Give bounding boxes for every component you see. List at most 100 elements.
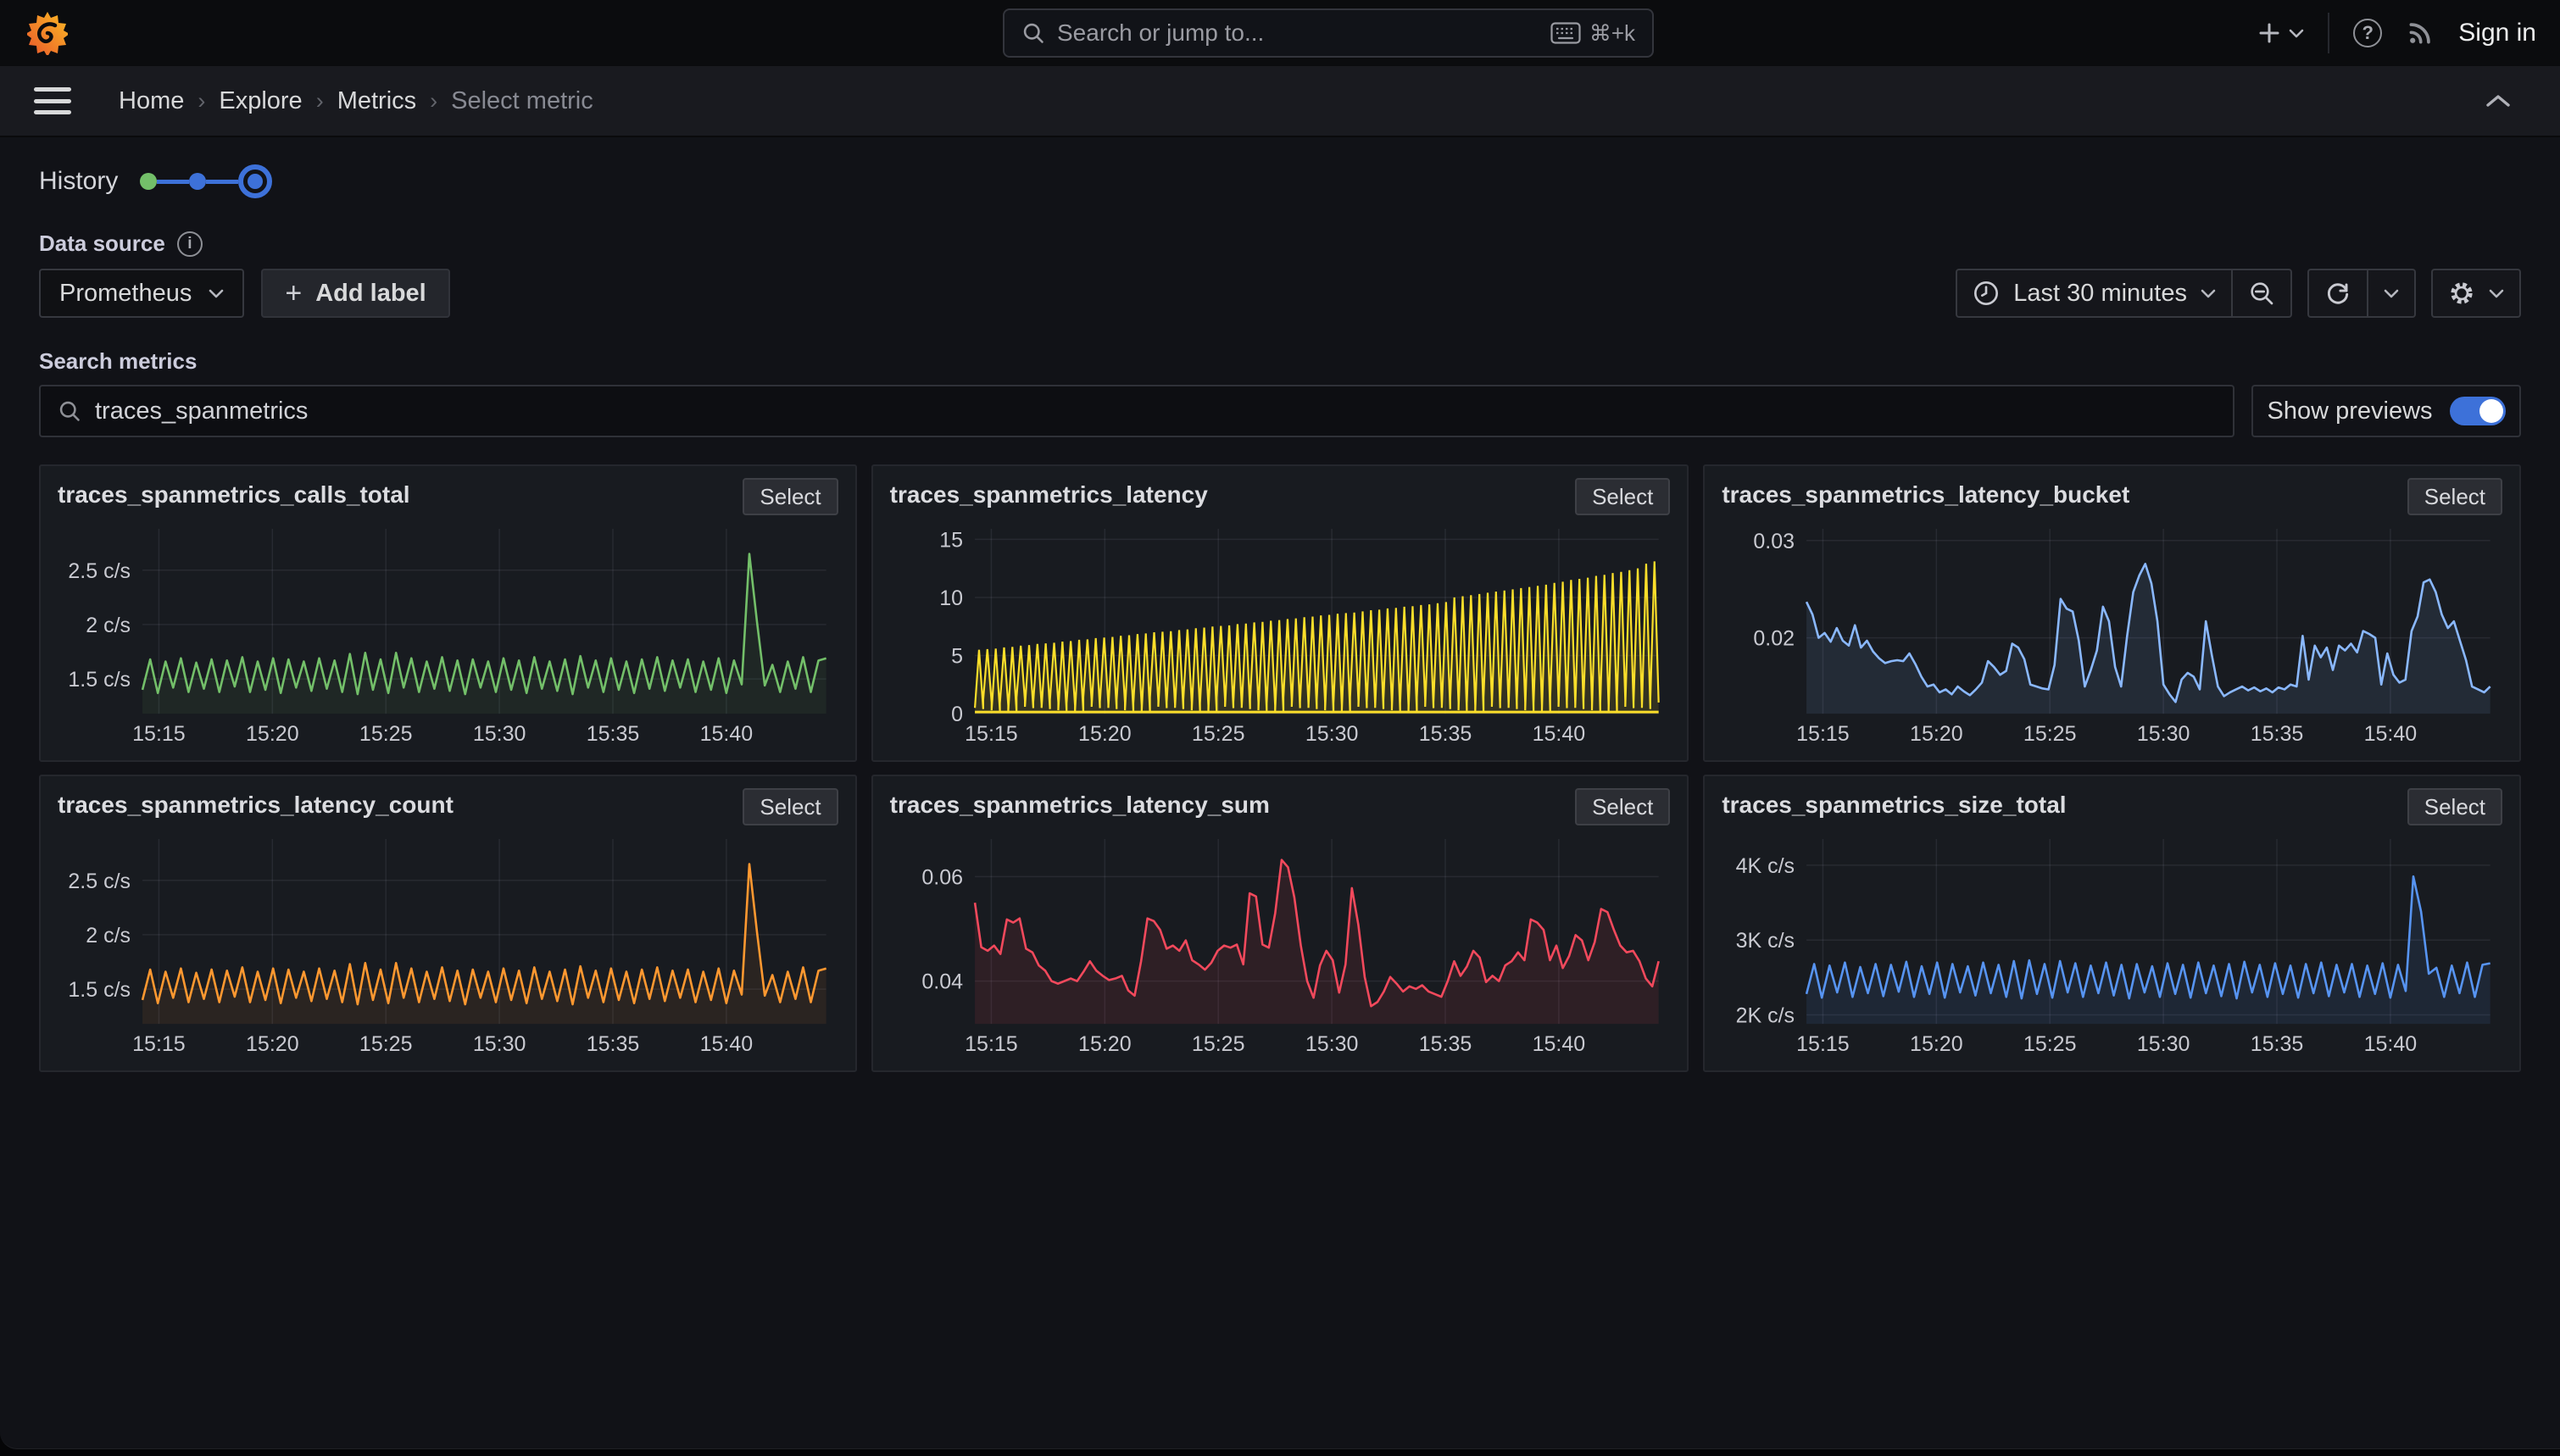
svg-text:15:35: 15:35 [587, 722, 640, 746]
svg-text:1.5 c/s: 1.5 c/s [68, 668, 131, 692]
svg-text:2K c/s: 2K c/s [1736, 1004, 1795, 1028]
top-bar: Search or jump to... ⌘+k ? [0, 0, 2560, 66]
datasource-section-label: Data source i [39, 231, 2521, 257]
svg-text:3K c/s: 3K c/s [1736, 929, 1795, 953]
controls-row: Prometheus + Add label Last 30 minutes [39, 269, 2521, 318]
svg-text:15:25: 15:25 [1192, 722, 1245, 746]
select-metric-button[interactable]: Select [1575, 788, 1670, 825]
svg-text:15:30: 15:30 [1305, 1032, 1358, 1056]
select-metric-button[interactable]: Select [1575, 478, 1670, 515]
zoom-out-icon [2248, 280, 2275, 307]
timeseries-chart: 15:1515:2015:2515:3015:3515:40151050 [890, 522, 1671, 749]
metric-panel: traces_spanmetrics_calls_total Select 15… [39, 464, 857, 762]
gear-icon [2448, 280, 2475, 307]
select-metric-button[interactable]: Select [2407, 478, 2502, 515]
chevron-down-icon [2289, 29, 2304, 38]
breadcrumb-select-metric: Select metric [451, 87, 593, 115]
new-menu-button[interactable] [2257, 20, 2304, 46]
chevron-down-icon [2489, 289, 2504, 298]
svg-text:15:25: 15:25 [359, 1032, 413, 1056]
time-range-value: Last 30 minutes [2013, 280, 2187, 308]
panel-title: traces_spanmetrics_latency_sum [890, 788, 1270, 819]
history-connector [157, 180, 189, 184]
global-search-box[interactable]: Search or jump to... ⌘+k [1003, 8, 1654, 58]
select-metric-button[interactable]: Select [743, 478, 838, 515]
datasource-picker[interactable]: Prometheus [39, 269, 244, 318]
svg-text:15:20: 15:20 [1910, 722, 1963, 746]
history-timeline[interactable] [140, 164, 272, 198]
time-range-button[interactable]: Last 30 minutes [1957, 270, 2231, 316]
breadcrumb-separator: › [316, 88, 324, 114]
svg-text:15:20: 15:20 [246, 722, 299, 746]
search-metrics-input[interactable]: traces_spanmetrics [39, 385, 2234, 437]
search-metrics-label: Search metrics [39, 348, 2521, 375]
datasource-value: Prometheus [59, 280, 192, 308]
svg-text:15:15: 15:15 [1796, 1032, 1850, 1056]
svg-text:0.02: 0.02 [1754, 627, 1795, 651]
timeseries-chart: 15:1515:2015:2515:3015:3515:404K c/s3K c… [1722, 832, 2502, 1059]
svg-text:2 c/s: 2 c/s [86, 614, 131, 637]
svg-text:10: 10 [939, 586, 963, 610]
show-previews-control: Show previews [2251, 385, 2521, 437]
svg-text:15:15: 15:15 [965, 1032, 1018, 1056]
chevron-up-icon[interactable] [2485, 94, 2511, 108]
svg-text:15:30: 15:30 [1305, 722, 1358, 746]
svg-text:15:35: 15:35 [1418, 1032, 1472, 1056]
zoom-out-button[interactable] [2233, 270, 2290, 316]
history-row: History [39, 137, 2521, 198]
info-icon[interactable]: i [177, 231, 203, 257]
sign-in-button[interactable]: Sign in [2458, 19, 2536, 47]
global-search-placeholder: Search or jump to... [1057, 19, 1550, 47]
history-label: History [39, 167, 118, 196]
metric-panel: traces_spanmetrics_latency_sum Select 15… [871, 775, 1689, 1072]
time-picker-group: Last 30 minutes [1956, 269, 2292, 318]
plus-icon: + [285, 279, 302, 308]
metric-panel: traces_spanmetrics_latency_count Select … [39, 775, 857, 1072]
rss-news-icon[interactable] [2406, 19, 2435, 47]
search-row: traces_spanmetrics Show previews [39, 385, 2521, 437]
history-step-dot[interactable] [189, 173, 206, 190]
svg-text:0: 0 [951, 703, 963, 726]
svg-text:0.04: 0.04 [921, 970, 963, 994]
grafana-logo[interactable] [27, 11, 68, 55]
svg-text:15:25: 15:25 [1192, 1032, 1245, 1056]
svg-text:15:40: 15:40 [1532, 722, 1585, 746]
breadcrumb-metrics[interactable]: Metrics [337, 87, 416, 115]
svg-text:15:35: 15:35 [1418, 722, 1472, 746]
svg-text:15:40: 15:40 [700, 722, 754, 746]
svg-text:15:40: 15:40 [2364, 722, 2418, 746]
svg-text:15:40: 15:40 [1532, 1032, 1585, 1056]
timeseries-chart: 15:1515:2015:2515:3015:3515:400.030.02 [1722, 522, 2502, 749]
svg-text:15:20: 15:20 [1078, 722, 1132, 746]
help-icon[interactable]: ? [2353, 19, 2382, 47]
history-current-step[interactable] [238, 164, 272, 198]
menu-icon[interactable] [34, 87, 71, 114]
time-tools: Last 30 minutes [1956, 269, 2521, 318]
topbar-divider [2328, 13, 2329, 53]
refresh-interval-dropdown[interactable] [2368, 270, 2414, 316]
svg-text:15:30: 15:30 [2137, 722, 2190, 746]
settings-button[interactable] [2433, 270, 2519, 316]
select-metric-button[interactable]: Select [743, 788, 838, 825]
add-label-button[interactable]: + Add label [261, 269, 449, 318]
breadcrumb-separator: › [430, 88, 437, 114]
panel-title: traces_spanmetrics_latency_count [58, 788, 454, 819]
refresh-icon [2324, 280, 2351, 307]
history-step-start-dot[interactable] [140, 173, 157, 190]
refresh-group [2307, 269, 2416, 318]
keyboard-icon [1550, 22, 1581, 44]
show-previews-toggle[interactable] [2450, 397, 2506, 425]
breadcrumb-home[interactable]: Home [119, 87, 184, 115]
breadcrumb-explore[interactable]: Explore [219, 87, 302, 115]
metric-panel: traces_spanmetrics_latency_bucket Select… [1703, 464, 2521, 762]
history-connector [206, 180, 238, 184]
refresh-button[interactable] [2309, 270, 2367, 316]
show-previews-label: Show previews [2267, 397, 2432, 425]
toggle-knob [2479, 399, 2503, 423]
svg-text:2.5 c/s: 2.5 c/s [68, 559, 131, 583]
svg-text:15:30: 15:30 [473, 1032, 526, 1056]
select-metric-button[interactable]: Select [2407, 788, 2502, 825]
svg-text:15:25: 15:25 [2023, 722, 2077, 746]
search-icon [58, 399, 81, 423]
clock-icon [1973, 280, 2000, 307]
